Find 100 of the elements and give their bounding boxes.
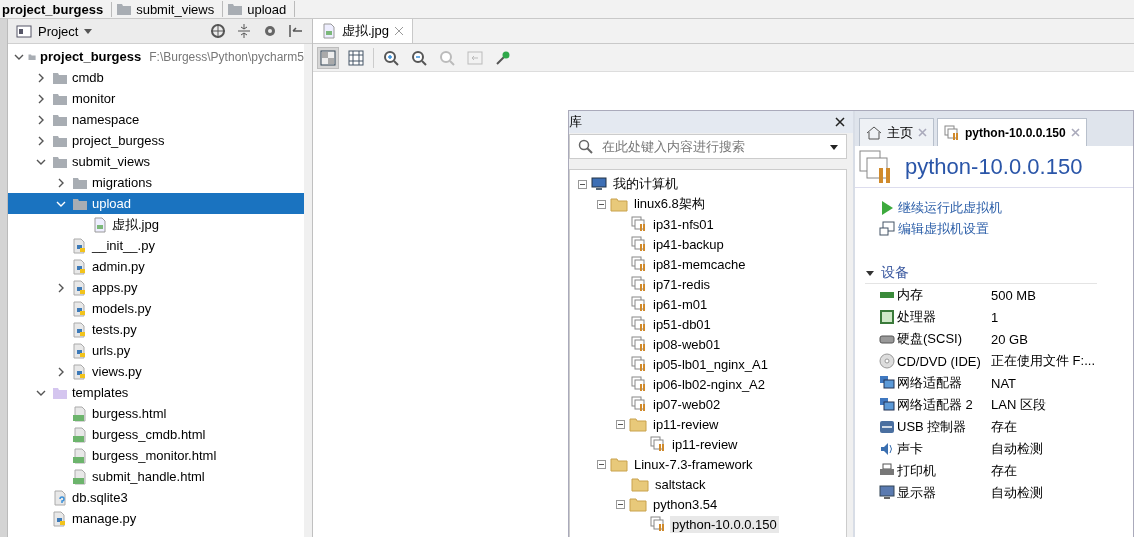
python-file-icon [72,321,88,338]
device-value: 正在使用文件 F:... [991,352,1095,370]
device-name[interactable]: CD/DVD (IDE) [897,353,981,369]
tree-item[interactable]: ip41-backup [651,235,726,253]
chevron-right-icon[interactable] [56,177,66,188]
tree-item[interactable]: burgess.html [8,403,304,424]
chevron-right-icon[interactable] [36,114,46,125]
tree-item[interactable]: ip71-redis [651,275,713,293]
vm-tab[interactable]: 主页 [859,118,934,146]
chevron-right-icon[interactable] [36,135,46,146]
tree-item[interactable]: __init__.py [8,235,304,256]
tree-item[interactable]: views.py [8,361,304,382]
project-view-dropdown[interactable]: Project [38,23,79,39]
tree-item[interactable]: upload [8,193,304,214]
tree-item[interactable]: ip81-memcache [651,255,748,273]
editor-tab[interactable]: 虚拟.jpg [313,19,413,43]
usb-icon [879,419,895,435]
tree-item[interactable]: templates [8,382,304,403]
tree-item[interactable]: manage.py [8,508,304,529]
tree-item[interactable]: burgess_cmdb.html [8,424,304,445]
tree-item[interactable]: ip06-lb02-nginx_A2 [651,375,768,393]
tree-item[interactable]: 我的计算机 [611,174,680,194]
tree-item[interactable]: ip05-lb01_nginx_A1 [651,355,770,373]
search-field[interactable]: 在此处键入内容进行搜索 [569,134,847,159]
breadcrumb[interactable]: submit_views [116,1,224,17]
device-name[interactable]: 内存 [897,286,923,304]
chevron-right-icon[interactable] [36,72,46,83]
collapse-icon[interactable] [616,499,625,509]
zoom-out-icon [411,49,427,66]
device-value: 存在 [991,462,1017,480]
tree-item[interactable]: db.sqlite3 [8,487,304,508]
image-file-icon [92,216,108,233]
tree-item[interactable]: python3.54 [651,495,720,513]
project-path: F:\Burgess\Python\pycharm5 [149,49,304,64]
action-link[interactable]: 继续运行此虚拟机 [879,198,1133,217]
tree-item[interactable]: ip07-web02 [651,395,723,413]
chevron-right-icon[interactable] [36,93,46,104]
tree-item[interactable]: cmdb [8,67,304,88]
tree-item[interactable]: tests.py [8,319,304,340]
collapse-icon[interactable] [597,199,606,209]
tree-item[interactable]: submit_views [8,151,304,172]
device-name[interactable]: 声卡 [897,440,923,458]
tree-item[interactable]: urls.py [8,340,304,361]
chevron-right-icon[interactable] [56,282,66,293]
device-name[interactable]: USB 控制器 [897,418,967,436]
tree-item[interactable]: migrations [8,172,304,193]
tree-item[interactable]: ip31-nfs01 [651,215,716,233]
vm-tab[interactable]: python-10.0.0.150 [937,118,1087,146]
tree-item[interactable]: ip51-db01 [651,315,713,333]
device-name[interactable]: 网络适配器 2 [897,396,973,414]
caret-icon [830,142,838,151]
play-icon [879,199,895,216]
target-icon [210,23,226,39]
chessboard-toggle[interactable] [317,46,339,69]
chevron-right-icon[interactable] [56,366,66,377]
tree-item[interactable]: ip11-review [670,435,740,453]
virtual-machine-icon [631,396,647,412]
tree-item[interactable]: Linux-7.3-framework [632,455,755,473]
virtual-machine-icon [631,216,647,232]
magnifier-icon [439,49,455,66]
device-name[interactable]: 硬盘(SCSI) [897,330,962,348]
device-name[interactable]: 处理器 [897,308,936,326]
tree-item[interactable]: python-10.0.0.150 [670,515,779,533]
breadcrumb[interactable]: project_burgess [2,1,113,17]
device-value: LAN 区段 [991,396,1046,414]
processor-icon [879,309,895,325]
tree-item[interactable]: 虚拟.jpg [8,214,304,235]
python-file-icon [72,279,88,296]
device-name[interactable]: 显示器 [897,484,936,502]
device-name[interactable]: 打印机 [897,462,936,480]
folder-icon [610,456,628,472]
virtual-machine-icon [944,124,960,141]
tree-item[interactable]: submit_handle.html [8,466,304,487]
action-link[interactable]: 编辑虚拟机设置 [879,219,1133,238]
collapse-icon[interactable] [578,179,587,189]
tree-item[interactable]: apps.py [8,277,304,298]
folder-icon [610,196,628,212]
python-file-icon [52,510,68,527]
tree-item[interactable]: models.py [8,298,304,319]
device-name[interactable]: 网络适配器 [897,374,962,392]
network-icon [879,397,895,413]
tree-item[interactable]: namespace [8,109,304,130]
collapse-icon[interactable] [616,419,625,429]
tree-item[interactable]: saltstack [653,475,708,493]
breadcrumb[interactable]: upload [227,1,296,17]
tree-item[interactable]: burgess_monitor.html [8,445,304,466]
tree-item[interactable]: ip61-m01 [651,295,710,313]
tree-item[interactable]: monitor [8,88,304,109]
tree-item[interactable]: linux6.8架构 [632,194,707,214]
python-file-icon [72,237,88,254]
tree-item[interactable]: project_burgess [8,130,304,151]
computer-icon [591,176,607,192]
tree-item[interactable]: ip11-review [651,415,721,433]
tree-item[interactable]: admin.py [8,256,304,277]
folder-icon [629,496,647,512]
tree-item[interactable]: ip08-web01 [651,335,723,353]
python-file-icon [72,342,88,359]
tree-item[interactable]: project_burgess F:\Burgess\Python\pycharm5 [8,46,304,67]
collapse-icon[interactable] [597,459,606,469]
virtual-machine-icon [631,256,647,272]
